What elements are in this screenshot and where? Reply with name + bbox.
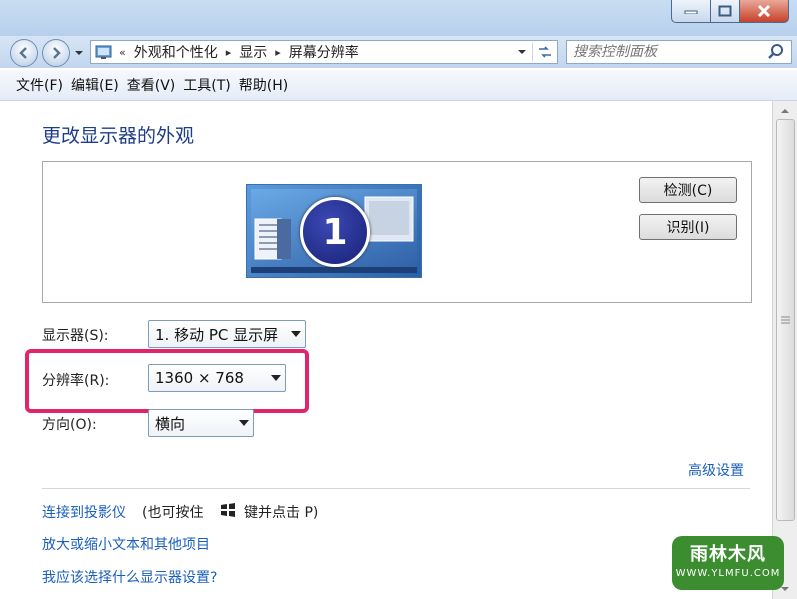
forward-button[interactable] [42, 39, 70, 67]
grip-icon [781, 316, 790, 324]
back-arrow-icon [19, 47, 27, 59]
breadcrumb-arrow-icon[interactable]: ▸ [271, 46, 285, 59]
breadcrumb-display[interactable]: 显示 [235, 42, 271, 62]
vertical-scrollbar[interactable] [772, 101, 797, 599]
menu-file[interactable]: 文件(F) [0, 75, 71, 95]
menu-help[interactable]: 帮助(H) [239, 75, 296, 95]
monitor-number-badge: 1 [300, 197, 370, 267]
address-dropdown-icon[interactable] [514, 47, 530, 57]
control-panel-window: « 外观和个性化 ▸ 显示 ▸ 屏幕分辨率 文件(F) 编辑(E) 查看(V) … [0, 0, 797, 599]
breadcrumb-arrow-icon[interactable]: ▸ [222, 46, 236, 59]
display-settings-help-link[interactable]: 我应该选择什么显示器设置? [42, 567, 217, 587]
minimize-button[interactable] [671, 0, 711, 23]
minimize-icon [684, 10, 698, 14]
chevron-down-icon [287, 331, 305, 337]
breadcrumb-screen-resolution[interactable]: 屏幕分辨率 [285, 42, 363, 62]
search-icon[interactable] [767, 43, 785, 61]
window-controls [671, 0, 789, 24]
breadcrumb-appearance[interactable]: 外观和个性化 [130, 42, 222, 62]
advanced-settings-link[interactable]: 高级设置 [688, 460, 744, 480]
refresh-icon[interactable] [532, 43, 555, 61]
chevron-down-icon [267, 375, 285, 381]
watermark-title: 雨林木风 [690, 544, 766, 565]
connect-projector-link[interactable]: 连接到投影仪 [42, 502, 126, 522]
maximize-icon [718, 5, 732, 17]
display-label: 显示器(S): [42, 328, 109, 344]
resolution-select-value: 1360 × 768 [155, 369, 244, 387]
breadcrumb-overflow[interactable]: « [115, 46, 130, 59]
watermark-logo: 雨林木风 WWW.YLMFU.COM [672, 536, 784, 590]
section-divider [42, 488, 750, 489]
windows-logo-icon [221, 503, 235, 517]
identify-button[interactable]: 识别(I) [639, 214, 737, 240]
menu-edit[interactable]: 编辑(E) [71, 75, 127, 95]
search-input[interactable] [567, 43, 765, 61]
control-panel-icon [95, 45, 112, 59]
scrollbar-thumb[interactable] [776, 119, 795, 521]
forward-arrow-icon [53, 47, 61, 59]
scroll-up-icon[interactable] [773, 103, 797, 119]
address-bar[interactable]: « 外观和个性化 ▸ 显示 ▸ 屏幕分辨率 [90, 40, 558, 64]
title-bar [0, 0, 797, 38]
close-icon [757, 5, 771, 17]
resolution-label: 分辨率(R): [42, 373, 110, 389]
menu-tools[interactable]: 工具(T) [183, 75, 238, 95]
search-box[interactable] [566, 40, 792, 64]
chevron-down-icon [235, 420, 253, 426]
resolution-select[interactable]: 1360 × 768 [148, 364, 286, 392]
orientation-label: 方向(O): [42, 417, 97, 433]
back-button[interactable] [10, 39, 38, 67]
display-select-value: 1. 移动 PC 显示屏 [155, 325, 279, 344]
watermark-url: WWW.YLMFU.COM [675, 568, 781, 579]
projector-hint-prefix: (也可按住 [142, 505, 204, 521]
detect-button[interactable]: 检测(C) [639, 177, 737, 203]
display-select[interactable]: 1. 移动 PC 显示屏 [148, 320, 306, 348]
text-size-link[interactable]: 放大或缩小文本和其他项目 [42, 534, 210, 554]
menu-view[interactable]: 查看(V) [127, 75, 184, 95]
page-title: 更改显示器的外观 [42, 125, 195, 147]
orientation-select[interactable]: 横向 [148, 409, 254, 437]
menu-bar: 文件(F) 编辑(E) 查看(V) 工具(T) 帮助(H) [0, 70, 797, 101]
projector-hint-suffix: 键并点击 P) [244, 505, 319, 521]
recent-pages-dropdown-icon[interactable] [74, 49, 84, 57]
maximize-button[interactable] [711, 0, 740, 23]
close-button[interactable] [740, 0, 789, 23]
orientation-select-value: 横向 [155, 414, 186, 433]
